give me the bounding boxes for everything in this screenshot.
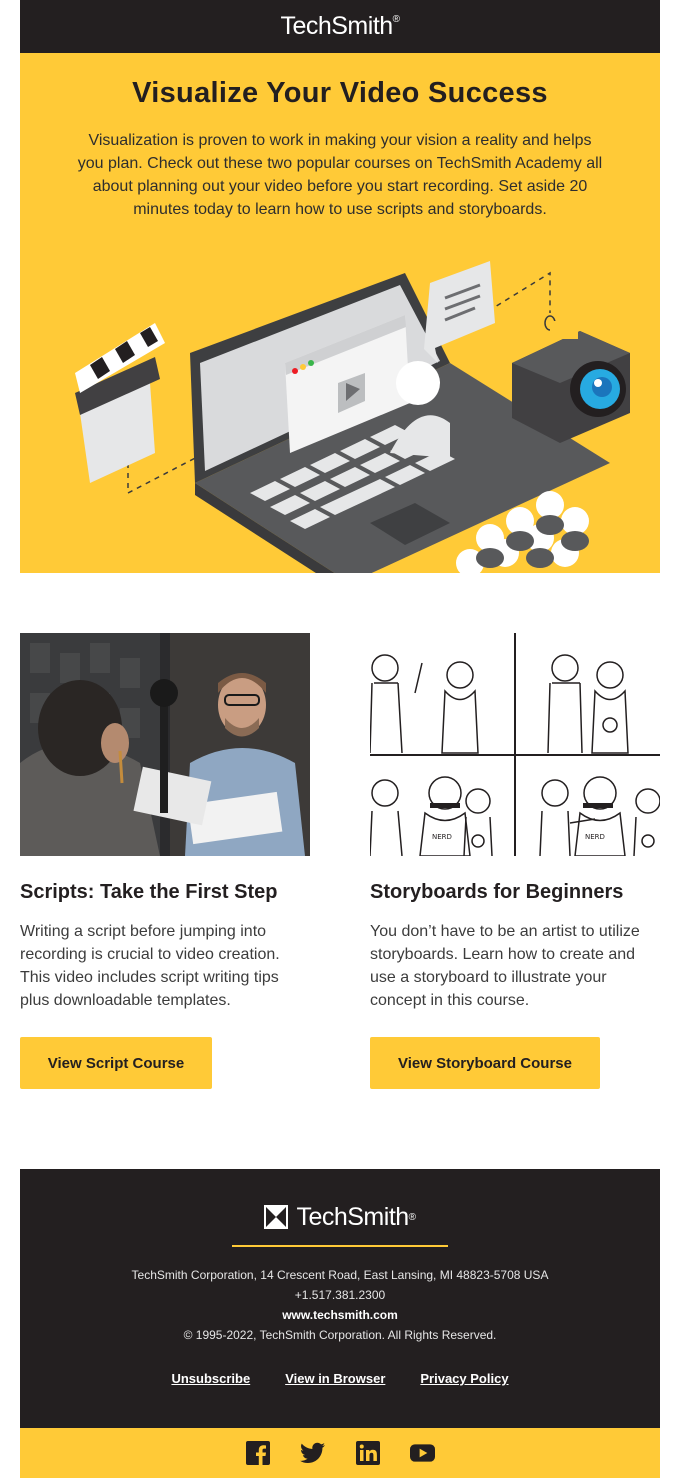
view-script-course-button[interactable]: View Script Course	[20, 1037, 212, 1089]
recording-studio-photo	[20, 633, 310, 856]
techsmith-mark-icon	[264, 1205, 289, 1229]
course-title-storyboards: Storyboards for Beginners	[370, 881, 624, 903]
company-website-link[interactable]: www.techsmith.com	[20, 1308, 660, 1322]
course-description-storyboards: You don’t have to be an artist to utiliz…	[370, 923, 640, 1009]
hero-illustration[interactable]	[20, 253, 660, 573]
email-page: TechSmith® Visualize Your Video Success …	[0, 0, 680, 1478]
course-description-scripts: Writing a script before jumping into rec…	[20, 923, 280, 1009]
copyright-text: © 1995-2022, TechSmith Corporation. All …	[183, 1328, 497, 1342]
footer-brand: TechSmith	[296, 1203, 409, 1231]
twitter-icon[interactable]	[300, 1441, 325, 1466]
footer: TechSmith® TechSmith Corporation, 14 Cre…	[20, 1169, 660, 1428]
footer-logo-text: TechSmith®	[296, 1203, 416, 1231]
header-bar: TechSmith®	[20, 0, 660, 53]
footer-logo[interactable]: TechSmith®	[232, 1199, 448, 1247]
company-address: TechSmith Corporation, 14 Crescent Road,…	[131, 1268, 549, 1282]
course-card-storyboards: NERD NERD Storyboards for Beginners You …	[370, 633, 660, 1089]
svg-text:NERD: NERD	[585, 833, 605, 841]
storyboard-sketch-image: NERD NERD	[370, 633, 660, 856]
footer-links: Unsubscribe View in Browser Privacy Poli…	[20, 1371, 660, 1386]
svg-text:NERD: NERD	[432, 833, 452, 841]
course-title-scripts: Scripts: Take the First Step	[20, 881, 278, 903]
techsmith-logo[interactable]: TechSmith®	[280, 12, 400, 41]
social-bar	[20, 1428, 660, 1478]
hero-body: Visualization is proven to work in makin…	[77, 132, 603, 218]
view-in-browser-link[interactable]: View in Browser	[285, 1371, 385, 1386]
course-thumbnail-storyboards[interactable]: NERD NERD	[370, 633, 660, 856]
youtube-icon[interactable]	[410, 1441, 435, 1466]
unsubscribe-link[interactable]: Unsubscribe	[171, 1371, 250, 1386]
linkedin-icon[interactable]	[355, 1441, 380, 1466]
course-thumbnail-scripts[interactable]	[20, 633, 310, 856]
course-card-scripts: Scripts: Take the First Step Writing a s…	[20, 633, 310, 1089]
logo-text: TechSmith	[280, 12, 393, 40]
footer-registered-mark: ®	[408, 1212, 416, 1223]
company-phone[interactable]: +1.517.381.2300	[20, 1288, 660, 1302]
registered-mark: ®	[392, 14, 400, 25]
hero-banner: Visualize Your Video Success Visualizati…	[20, 53, 660, 573]
hero-title: Visualize Your Video Success	[132, 77, 548, 109]
privacy-policy-link[interactable]: Privacy Policy	[420, 1371, 508, 1386]
view-storyboard-course-button[interactable]: View Storyboard Course	[370, 1037, 600, 1089]
facebook-icon[interactable]	[245, 1441, 270, 1466]
